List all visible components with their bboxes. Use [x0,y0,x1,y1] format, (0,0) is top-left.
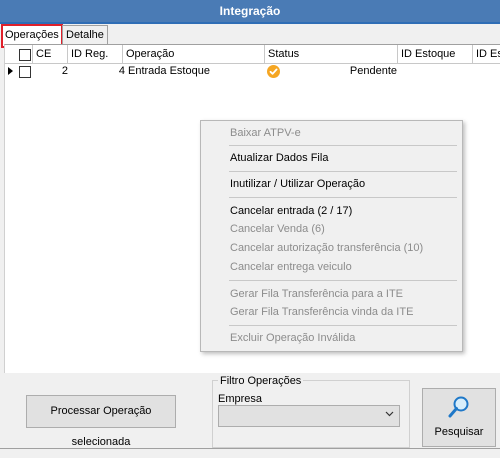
menu-item-baixar-atpv[interactable]: Baixar ATPV-e [230,124,301,142]
table-row[interactable]: 2 4 Entrada Estoque Pendente [5,64,500,79]
column-header-id-estoque[interactable]: ID Estoque [397,45,473,63]
grid-header: CE ID Reg. Operação Status ID Estoque ID… [5,45,500,64]
menu-separator [229,145,457,146]
tab-detalhe[interactable]: Detalhe [62,25,108,44]
cell-id-estoque [400,64,470,79]
bottom-border [0,448,500,449]
tab-strip: Operações Detalhe [0,24,500,48]
chevron-down-icon [385,409,394,421]
column-header-id-es[interactable]: ID Es [472,45,500,63]
menu-item-cancelar-autorizacao[interactable]: Cancelar autorização transferência (10) [230,239,423,257]
menu-separator [229,280,457,281]
menu-item-cancelar-entrega[interactable]: Cancelar entrega veiculo [230,258,352,276]
menu-item-inutilizar-utilizar[interactable]: Inutilizar / Utilizar Operação [230,175,365,193]
empresa-select[interactable] [218,405,400,427]
cell-ce: 2 [61,65,68,77]
menu-item-atualizar-dados-fila[interactable]: Atualizar Dados Fila [230,149,328,167]
menu-separator [229,171,457,172]
row-checkbox[interactable] [19,66,31,78]
cell-id-reg: 4 [118,65,125,77]
menu-separator [229,197,457,198]
menu-separator [229,325,457,326]
menu-item-gerar-fila-para-ite[interactable]: Gerar Fila Transferência para a ITE [230,285,403,303]
column-header-status[interactable]: Status [264,45,398,63]
row-indicator-icon [8,67,13,75]
cell-status: Pendente [349,65,397,77]
select-all-checkbox[interactable] [19,49,31,61]
column-header-id-reg[interactable]: ID Reg. [67,45,121,63]
magnifier-icon [447,395,471,422]
cell-operacao: Entrada Estoque [128,65,210,77]
menu-item-cancelar-entrada[interactable]: Cancelar entrada (2 / 17) [230,202,352,220]
column-header-operacao[interactable]: Operação [122,45,266,63]
search-button[interactable]: Pesquisar [422,388,496,447]
filter-legend: Filtro Operações [218,375,304,387]
menu-item-cancelar-venda[interactable]: Cancelar Venda (6) [230,220,325,238]
menu-item-gerar-fila-vinda-ite[interactable]: Gerar Fila Transferência vinda da ITE [230,303,413,321]
bottom-panel: Processar Operação selecionada Filtro Op… [4,373,500,450]
column-header-ce[interactable]: CE [32,45,66,63]
menu-item-excluir-operacao[interactable]: Excluir Operação Inválida [230,329,355,347]
window-title: Integração [0,0,500,22]
empresa-label: Empresa [218,393,263,405]
process-operation-button[interactable]: Processar Operação selecionada [26,395,176,448]
search-button-label: Pesquisar [434,426,484,438]
context-menu: Baixar ATPV-e Atualizar Dados Fila Inuti… [200,120,463,352]
check-circle-icon [267,65,280,78]
